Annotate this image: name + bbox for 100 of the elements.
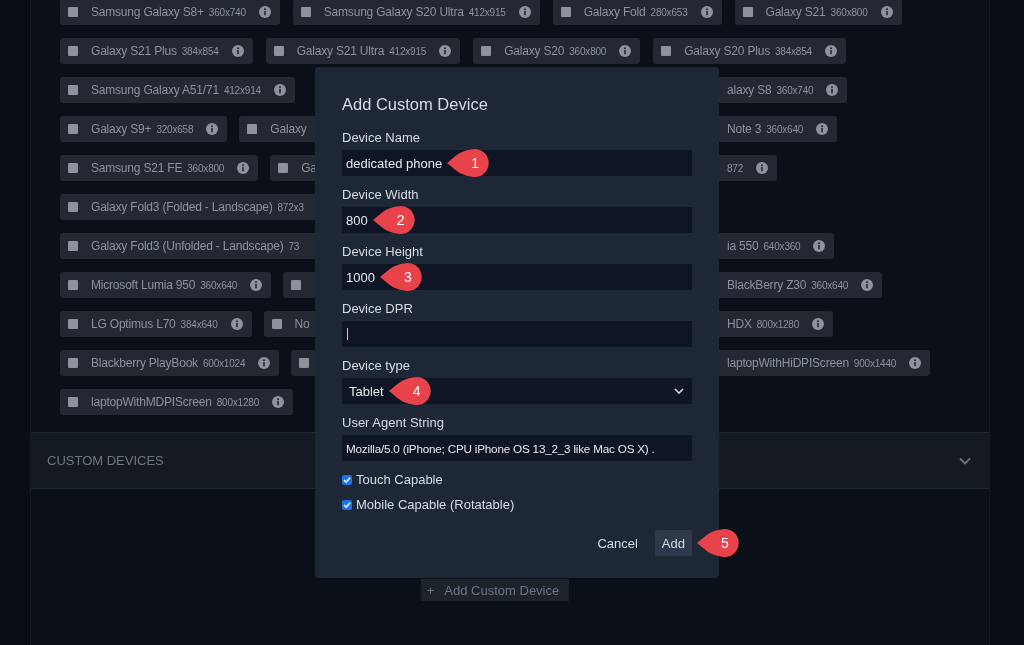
checkbox[interactable] (342, 474, 352, 485)
device-chip[interactable] (291, 350, 315, 376)
device-chip[interactable]: BlackBerry Z30 360x640 (719, 272, 883, 298)
device-chip[interactable]: Samsung Galaxy A51/71 412x914 (60, 77, 295, 103)
device-name: LG Optimus L70 (91, 317, 176, 331)
device-chip[interactable]: Note 3 360x640 (719, 116, 838, 142)
checkbox[interactable] (68, 280, 78, 290)
device-chip[interactable] (283, 272, 315, 298)
chevron-down-icon (674, 388, 684, 394)
device-chip[interactable]: LG Optimus L70 384x640 (60, 311, 252, 337)
checkbox[interactable] (560, 7, 571, 17)
device-name: Galaxy S9+ (91, 122, 152, 136)
cancel-button[interactable]: Cancel (592, 530, 643, 556)
checkbox[interactable] (481, 46, 492, 56)
checkbox[interactable] (291, 280, 302, 290)
info-icon[interactable] (619, 45, 632, 57)
device-chip[interactable]: Samsung Galaxy S8+ 360x740 (60, 0, 280, 25)
add-button[interactable]: Add (654, 530, 692, 556)
checkbox[interactable] (68, 85, 78, 95)
device-chip[interactable]: Galaxy S20 Plus 384x854 (653, 38, 846, 64)
checkbox[interactable] (273, 46, 284, 56)
device-chip[interactable]: HDX 800x1280 (719, 311, 834, 337)
device-name: Galaxy S20 (504, 44, 565, 58)
info-icon[interactable] (258, 357, 271, 369)
info-icon[interactable] (880, 6, 893, 18)
info-icon[interactable] (250, 279, 263, 291)
device-name: Galaxy Fold3 (Unfolded - Landscape) (91, 239, 284, 253)
checkbox[interactable] (68, 46, 78, 56)
checkbox[interactable] (278, 163, 289, 173)
device-chip[interactable]: Galaxy Fold 280x653 (552, 0, 722, 25)
device-name: laptopWithHiDPIScreen (727, 356, 849, 370)
checkbox[interactable] (271, 319, 282, 329)
device-chip[interactable]: Galaxy (239, 116, 315, 142)
section-title: CUSTOM DEVICES (47, 453, 164, 468)
checkbox[interactable] (68, 202, 78, 212)
info-icon[interactable] (273, 84, 286, 96)
device-chip[interactable]: Samsung Galaxy S20 Ultra 412x915 (292, 0, 540, 25)
device-name: Galaxy S21 Ultra (296, 44, 385, 58)
add-custom-device-button[interactable]: + Add Custom Device (420, 579, 570, 601)
info-icon[interactable] (861, 279, 874, 291)
chevron-down-icon[interactable] (959, 456, 971, 465)
info-icon[interactable] (518, 6, 531, 18)
device-size: 360x640 (766, 123, 804, 135)
input-field[interactable]: dedicated phone 1 (342, 150, 692, 176)
device-name: BlackBerry Z30 (727, 278, 807, 292)
checkbox[interactable] (299, 358, 310, 368)
checkbox[interactable] (68, 397, 78, 407)
checkbox[interactable] (661, 46, 672, 56)
info-icon[interactable] (258, 6, 271, 18)
input-field[interactable]: Mozilla/5.0 (iPhone; CPU iPhone OS 13_2_3 like Mac OS X) . (342, 435, 692, 461)
device-size: 360x740 (208, 6, 246, 18)
device-chip[interactable]: Galaxy S21 Plus 384x854 (60, 38, 253, 64)
device-chip[interactable]: ia 550 640x360 (719, 233, 835, 259)
checkbox[interactable] (68, 124, 78, 134)
info-icon[interactable] (237, 162, 250, 174)
device-chip[interactable]: Galaxy Fold3 (Folded - Landscape) 872x3 (60, 194, 315, 220)
input-field[interactable]: 800 2 (342, 207, 692, 233)
info-icon[interactable] (272, 396, 285, 408)
device-chip[interactable]: laptopWithHiDPIScreen 900x1440 (719, 350, 931, 376)
device-name: Galaxy S21 Plus (91, 44, 177, 58)
info-icon[interactable] (206, 123, 219, 135)
checkbox[interactable] (68, 7, 78, 17)
input-field[interactable]: 1000 3 (342, 264, 692, 290)
checkbox-label: Touch Capable (356, 472, 443, 487)
checkbox[interactable] (342, 499, 352, 510)
device-chip[interactable]: Galaxy S20 360x800 (473, 38, 641, 64)
device-chip[interactable]: Galaxy Fold3 (Unfolded - Landscape) 73 (60, 233, 315, 259)
device-name: Samsung S21 FE (91, 161, 183, 175)
field-label: Device type (342, 358, 411, 373)
info-icon[interactable] (756, 162, 769, 174)
device-name: Samsung Galaxy A51/71 (91, 83, 219, 97)
checkbox[interactable] (247, 124, 258, 134)
checkbox[interactable] (742, 7, 753, 17)
info-icon[interactable] (812, 318, 825, 330)
device-chip[interactable]: alaxy S8 360x740 (719, 77, 848, 103)
input-field[interactable] (342, 321, 692, 347)
device-chip[interactable]: No (263, 311, 315, 337)
device-chip[interactable]: Microsoft Lumia 950 360x640 (60, 272, 272, 298)
info-icon[interactable] (230, 318, 243, 330)
device-chip[interactable]: laptopWithMDPIScreen 800x1280 (60, 389, 294, 415)
info-icon[interactable] (816, 123, 829, 135)
checkbox[interactable] (68, 163, 78, 173)
info-icon[interactable] (700, 6, 713, 18)
info-icon[interactable] (909, 357, 922, 369)
checkbox[interactable] (68, 319, 78, 329)
info-icon[interactable] (824, 45, 837, 57)
checkbox[interactable] (68, 358, 78, 368)
device-chip[interactable]: Blackberry PlayBook 600x1024 (60, 350, 280, 376)
device-chip[interactable]: Samsung S21 FE 360x800 (60, 155, 259, 181)
select-field[interactable]: Tablet 4 (342, 378, 692, 404)
checkbox[interactable] (300, 7, 311, 17)
device-chip[interactable]: Galaxy S21 360x800 (734, 0, 902, 25)
device-chip[interactable]: Galaxy S21 Ultra 412x915 (265, 38, 461, 64)
device-chip[interactable]: Galaxy S9+ 320x658 (60, 116, 228, 142)
info-icon[interactable] (231, 45, 244, 57)
info-icon[interactable] (813, 240, 826, 252)
info-icon[interactable] (439, 45, 452, 57)
device-chip[interactable]: 872 (719, 155, 778, 181)
info-icon[interactable] (826, 84, 839, 96)
checkbox[interactable] (68, 241, 78, 251)
